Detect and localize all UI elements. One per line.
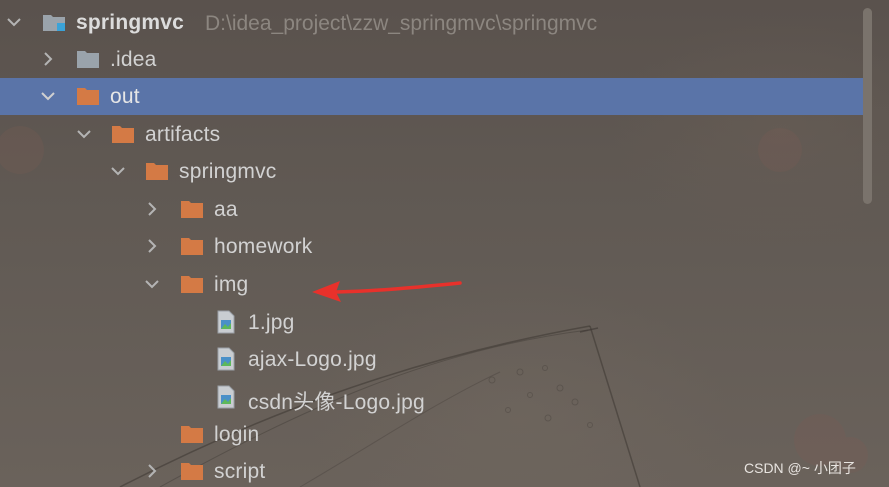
tree-row-homework[interactable]: homework [0, 228, 865, 265]
chevron-right-icon[interactable] [144, 201, 160, 217]
tree-item-label: 1.jpg [248, 311, 295, 334]
chevron-right-icon[interactable] [144, 463, 160, 479]
tree-row-img[interactable]: img [0, 266, 865, 303]
chevron-down-icon[interactable] [144, 276, 160, 292]
tree-item-label: .idea [110, 48, 157, 71]
tree-item-label: ajax-Logo.jpg [248, 348, 377, 371]
tree-row-root[interactable]: springmvc D:\idea_project\zzw_springmvc\… [0, 4, 865, 41]
image-file-icon [217, 385, 235, 409]
folder-icon [181, 201, 203, 218]
folder-icon [181, 238, 203, 255]
tree-row-out[interactable]: out [0, 78, 865, 115]
tree-row-file-1jpg[interactable]: 1.jpg [0, 304, 865, 341]
folder-icon [181, 426, 203, 443]
tree-item-label: homework [214, 235, 313, 258]
tree-item-label: img [214, 273, 249, 296]
chevron-down-icon[interactable] [6, 14, 22, 30]
tree-item-label: script [214, 460, 266, 483]
chevron-down-icon[interactable] [76, 126, 92, 142]
tree-item-label: login [214, 423, 260, 446]
tree-row-artifacts[interactable]: artifacts [0, 116, 865, 153]
folder-icon [77, 88, 99, 105]
tree-row-idea[interactable]: .idea [0, 41, 865, 78]
folder-icon [181, 276, 203, 293]
root-path-label: D:\idea_project\zzw_springmvc\springmvc [205, 12, 598, 35]
tree-row-file-ajax-logo[interactable]: ajax-Logo.jpg [0, 341, 865, 378]
image-file-icon [217, 310, 235, 334]
tree-item-label: csdn头像-Logo.jpg [248, 391, 425, 414]
project-tree-panel: springmvc D:\idea_project\zzw_springmvc\… [0, 0, 889, 487]
tree-row-file-csdn-logo[interactable]: csdn头像-Logo.jpg [0, 379, 865, 416]
folder-icon [181, 463, 203, 480]
module-folder-icon [43, 15, 65, 31]
vertical-scrollbar[interactable] [863, 0, 889, 487]
root-module-label: springmvc [76, 11, 184, 34]
watermark-text: CSDN @~ 小团子 [744, 460, 856, 476]
folder-icon [146, 163, 168, 180]
chevron-right-icon[interactable] [40, 51, 56, 67]
tree-row-aa[interactable]: aa [0, 191, 865, 228]
tree-item-label: springmvc [179, 160, 277, 183]
tree-item-label: artifacts [145, 123, 221, 146]
chevron-down-icon[interactable] [40, 88, 56, 104]
tree-row-springmvc[interactable]: springmvc [0, 153, 865, 190]
image-file-icon [217, 347, 235, 371]
tree-item-label: out [110, 85, 140, 108]
tree-row-script[interactable]: script [0, 453, 865, 487]
folder-icon [77, 51, 99, 68]
folder-icon [112, 126, 134, 143]
tree-item-label: aa [214, 198, 238, 221]
scrollbar-thumb[interactable] [863, 8, 872, 204]
tree-row-login[interactable]: login [0, 416, 865, 453]
chevron-down-icon[interactable] [110, 163, 126, 179]
chevron-right-icon[interactable] [144, 238, 160, 254]
